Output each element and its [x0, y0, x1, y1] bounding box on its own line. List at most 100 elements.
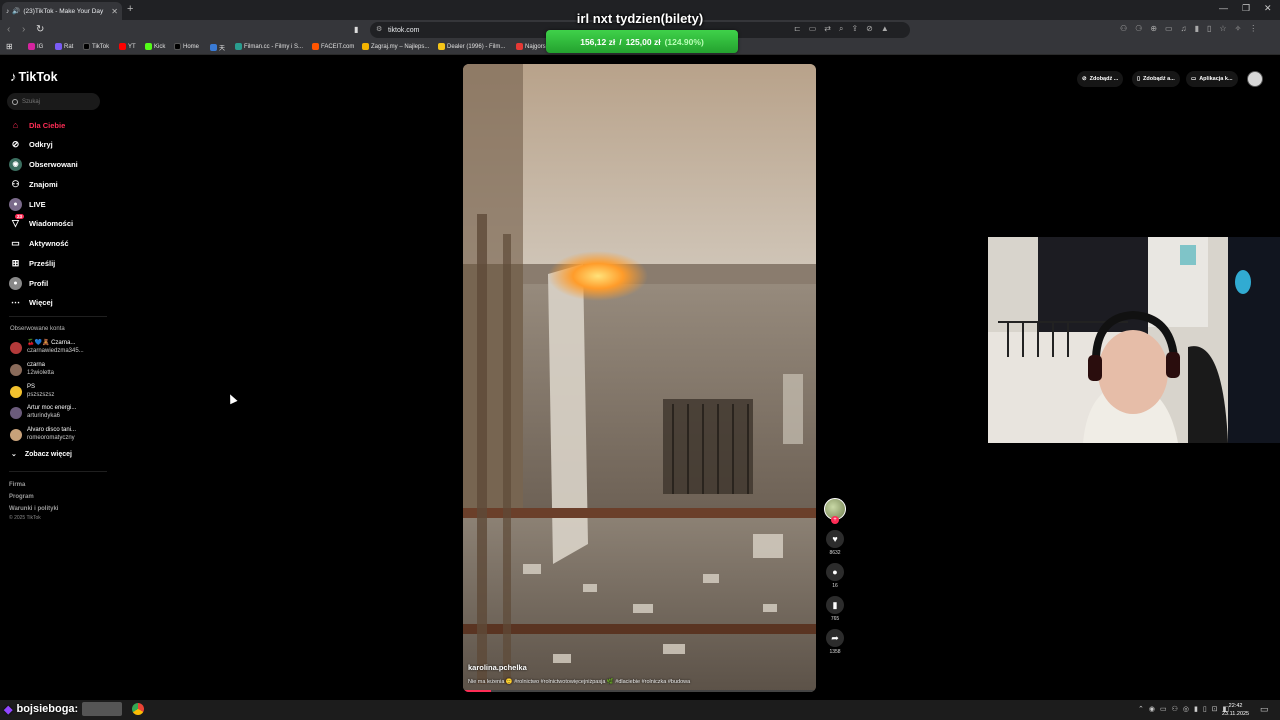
friends-icon: ⚇	[11, 178, 20, 189]
bookmark-item[interactable]: YT	[119, 43, 136, 50]
nav-item-profile[interactable]: ● Profil	[9, 276, 48, 290]
followed-account[interactable]: Alvaro disco tani... romeoromatyczny	[10, 427, 76, 442]
tiktok-logo[interactable]: ♪ TikTok	[10, 69, 58, 84]
new-tab-button[interactable]: +	[127, 3, 133, 15]
close-window-icon[interactable]: ✕	[1264, 3, 1272, 14]
bookmark-item[interactable]: TikTok	[83, 43, 109, 50]
footer-link[interactable]: Warunki i polityki	[9, 503, 58, 515]
comment-button[interactable]: ●	[826, 563, 844, 581]
nav-item-messages[interactable]: ▽ 23 Wiadomości	[9, 213, 73, 230]
nav-item-upload[interactable]: ⊞ Prześlij	[9, 256, 56, 270]
account-name: Artur moc energi...	[27, 405, 77, 411]
bookmark-item[interactable]: Najgors	[516, 43, 546, 50]
get-coins-button[interactable]: ⊘ Zdobądź ...	[1077, 71, 1124, 87]
bookmark-item[interactable]: Home	[174, 43, 199, 50]
nav-item-following[interactable]: ◉ Obserwowani	[9, 157, 78, 171]
button-label: Zdobądź ...	[1089, 76, 1119, 82]
notification-icon[interactable]: ▭	[1260, 704, 1269, 715]
video-description: Nie ma leżenia 🙂 #rolnictwo #rolnictwoto…	[468, 679, 691, 685]
logo-text: TikTok	[18, 69, 58, 84]
bookmark-item[interactable]: Filman.cc - Filmy i S...	[235, 43, 303, 50]
like-button[interactable]: ♥	[826, 530, 844, 548]
see-more-label: Zobacz więcej	[24, 450, 72, 458]
button-label: Aplikacja k...	[1199, 76, 1233, 82]
nav-item-live[interactable]: ● LIVE	[9, 197, 46, 211]
user-avatar[interactable]	[1247, 71, 1263, 87]
copyright: © 2025 TikTok	[9, 515, 41, 521]
search-placeholder: Szukaj	[22, 98, 41, 105]
bookmark-item[interactable]: IG	[28, 43, 43, 50]
back-icon[interactable]: ‹	[7, 24, 10, 35]
chrome-icon[interactable]	[132, 703, 145, 715]
compass-icon: ⊘	[11, 138, 20, 149]
get-app-button[interactable]: ▯ Zdobądź a...	[1132, 71, 1180, 87]
close-tab-icon[interactable]: ✕	[111, 7, 118, 16]
video-author[interactable]: karolina.pchelka	[468, 663, 527, 672]
stream-username: ◆ bojsieboga:	[4, 702, 145, 716]
comment-count: 16	[832, 583, 838, 589]
sidebar-divider	[9, 316, 107, 317]
avatar	[10, 341, 22, 354]
bookmark-item[interactable]: FACEIT.com	[312, 43, 354, 50]
followed-account[interactable]: 🍒💙🧸 Czarna... czarnawiedzma345...	[10, 340, 84, 355]
nav-item-for-you[interactable]: ⌂ Dla Ciebie	[9, 118, 65, 132]
bookmark-item[interactable]: Rat	[55, 43, 73, 50]
video-progress-bar[interactable]	[463, 690, 816, 692]
bookmark-item[interactable]: Dealer (1996) - Film...	[438, 43, 505, 50]
video-player[interactable]: karolina.pchelka Nie ma leżenia 🙂 #rolni…	[463, 64, 816, 692]
time: 22:42	[1228, 703, 1243, 709]
system-tray[interactable]: ⌃◉▭⚇◎▮▯⊡◧	[1138, 705, 1234, 713]
bookmark-icon[interactable]: ▮	[354, 25, 358, 34]
date: 23.11.2025	[1222, 711, 1250, 717]
nav-label: Profil	[29, 278, 49, 288]
heart-icon: ♥	[832, 534, 838, 544]
nav-item-activity[interactable]: ▭ Aktywność	[9, 236, 69, 250]
save-button[interactable]: ▮	[826, 596, 844, 614]
profile-icon: ●	[9, 276, 22, 290]
nav-item-friends[interactable]: ⚇ Znajomi	[9, 177, 58, 191]
see-more-button[interactable]: ⌄ Zobacz więcej	[11, 450, 72, 459]
search-input[interactable]: Szukaj	[7, 93, 100, 110]
chevron-down-icon: ⌄	[11, 451, 17, 458]
reload-icon[interactable]: ↻	[36, 24, 44, 35]
coin-icon: ⊘	[1082, 76, 1087, 82]
desktop-app-button[interactable]: ▭ Aplikacja k...	[1186, 71, 1238, 87]
followed-account[interactable]: czarna 12wioletta	[10, 362, 54, 377]
taskbar-app-icon[interactable]	[82, 702, 123, 716]
site-info-icon[interactable]: ⚙	[376, 25, 382, 33]
footer-link[interactable]: Program	[9, 491, 58, 503]
share-button[interactable]: ➦	[826, 629, 844, 647]
nav-item-explore[interactable]: ⊘ Odkryj	[9, 137, 53, 151]
restore-icon[interactable]: ❐	[1242, 3, 1250, 14]
followed-account[interactable]: Artur moc energi... arturindyka6	[10, 405, 76, 420]
bookmark-icon: ▮	[832, 599, 838, 610]
nav-label: LIVE	[29, 199, 46, 209]
browser-tab[interactable]: ♪ 🔊 (23)TikTok - Make Your Day ✕	[2, 2, 122, 20]
bookmark-item[interactable]: Zagraj.my – Najleps...	[362, 43, 429, 50]
avatar	[10, 428, 22, 441]
minimize-icon[interactable]: —	[1219, 3, 1228, 13]
account-name: czarna	[27, 362, 46, 368]
follow-plus-icon[interactable]: +	[831, 516, 839, 524]
upload-icon: ⊞	[11, 257, 20, 268]
creator-avatar[interactable]: +	[824, 498, 846, 524]
nav-label: Znajomi	[29, 179, 58, 189]
nav-label: Aktywność	[29, 238, 69, 248]
extensions-icon[interactable]: ⚇⚆⊕▭♫▮▯☆✧⋮	[1120, 24, 1265, 33]
messages-badge: 23	[15, 213, 25, 219]
footer-link[interactable]: Firma	[9, 479, 58, 491]
account-handle: arturindyka6	[27, 412, 61, 419]
nav-item-more[interactable]: ⋯ Więcej	[9, 295, 53, 309]
address-bar-actions-icon[interactable]: ⊏▭⇄⌕⇪⊘▲	[794, 24, 897, 34]
audio-icon[interactable]: 🔊	[12, 7, 20, 15]
apps-grid-icon[interactable]: ⊞	[6, 42, 13, 51]
clock[interactable]: 22:42 23.11.2025	[1222, 702, 1249, 718]
bookmark-item[interactable]: 天	[210, 43, 225, 52]
following-icon: ◉	[9, 157, 22, 171]
forward-icon[interactable]: ›	[22, 24, 25, 35]
tiktok-note-icon: ♪	[10, 69, 17, 84]
taskbar: ◆ bojsieboga: ⌃◉▭⚇◎▮▯⊡◧ 22:42 23.11.2025…	[0, 700, 1280, 720]
like-count: 8632	[829, 550, 841, 556]
followed-account[interactable]: PS pszszszsz	[10, 384, 54, 399]
bookmark-item[interactable]: Kick	[145, 43, 165, 50]
